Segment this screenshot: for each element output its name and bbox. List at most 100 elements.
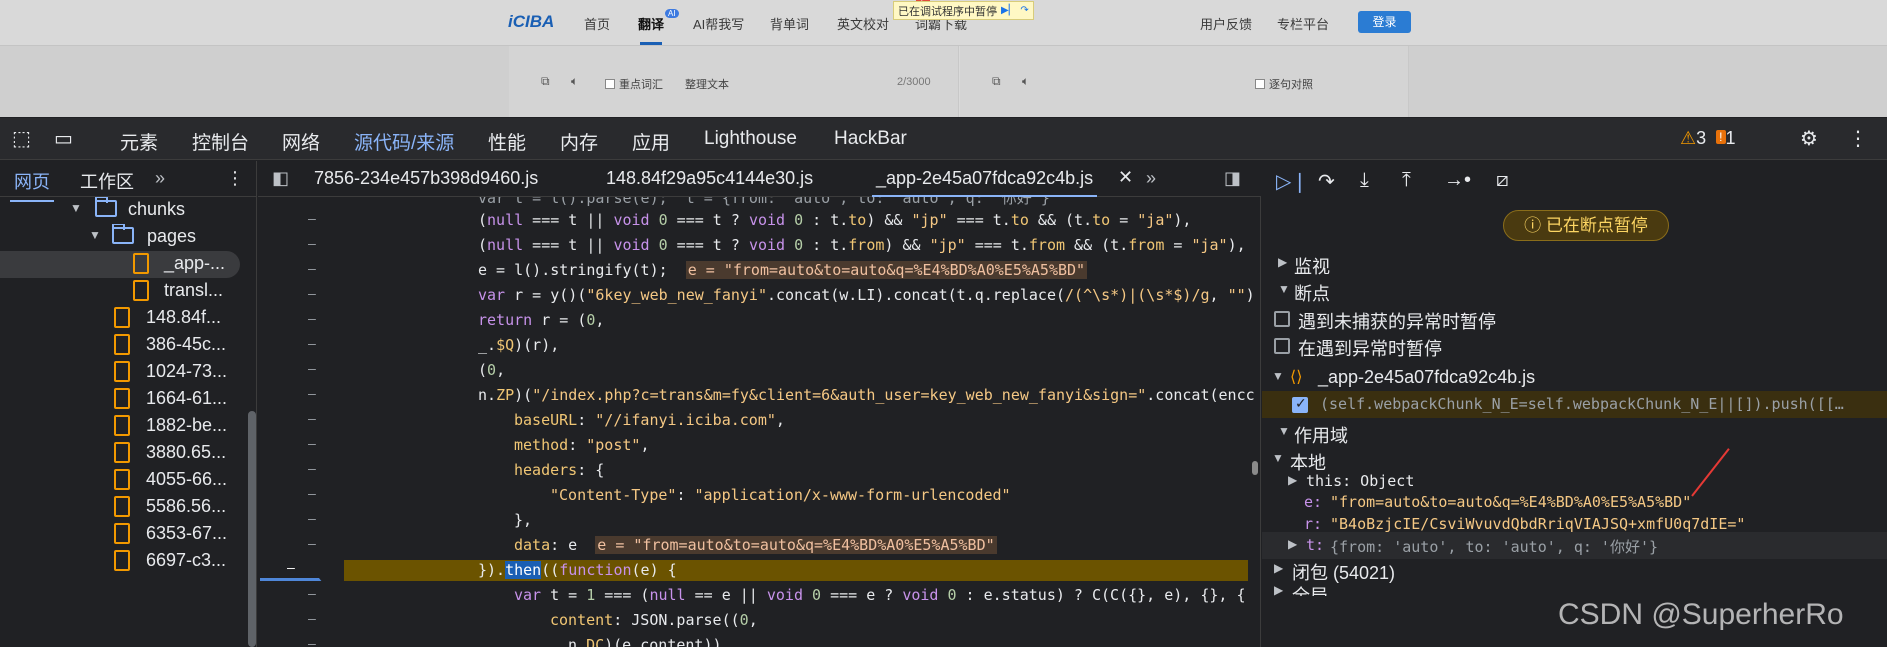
tree-file[interactable]: 3880.65... — [0, 440, 248, 467]
sentence-compare-option[interactable]: 逐句对照 — [1255, 76, 1313, 92]
tree-file-translate[interactable]: transl... — [0, 278, 248, 305]
navigator-scrollbar[interactable] — [248, 411, 256, 647]
tree-file[interactable]: 4055-66... — [0, 467, 248, 494]
nav-feedback[interactable]: 用户反馈 — [1200, 14, 1252, 33]
breakpoint-marker[interactable] — [260, 578, 327, 581]
nav-proofread[interactable]: 英文校对 — [837, 14, 889, 33]
checkbox[interactable] — [1274, 338, 1290, 354]
key-vocab-option[interactable]: 重点词汇 — [605, 76, 663, 92]
tab-workspace[interactable]: 工作区 — [80, 168, 134, 194]
speaker-icon[interactable]: 🔈︎ — [1022, 74, 1029, 89]
tree-file[interactable]: 5586.56... — [0, 494, 248, 521]
section-watch[interactable]: ▶ 监视 — [1262, 250, 1887, 277]
more-tabs-icon[interactable]: » — [1146, 168, 1156, 189]
section-scope[interactable]: ▼ 作用域 — [1262, 419, 1887, 446]
breakpoint-entry[interactable]: (self.webpackChunk_N_E=self.webpackChunk… — [1262, 391, 1887, 418]
tab-application[interactable]: 应用 — [632, 128, 670, 155]
checkbox-icon[interactable] — [1255, 79, 1265, 89]
nav-vocab[interactable]: 背单词 — [770, 14, 809, 33]
tree-file[interactable]: 1664-61... — [0, 386, 248, 413]
tree-label: 386-45c... — [146, 334, 227, 354]
device-toggle-icon[interactable]: ▭ — [54, 126, 73, 151]
tree-file[interactable]: 1882-be... — [0, 413, 248, 440]
breakpoint-file-group[interactable]: ▼ ⟨⟩ _app-2e45a07fdca92c4b.js — [1262, 364, 1887, 391]
gear-icon[interactable]: ⚙ — [1800, 126, 1818, 151]
tab-performance[interactable]: 性能 — [488, 128, 526, 155]
caret-right-icon[interactable]: ▶ — [1274, 561, 1283, 575]
caret-right-icon[interactable]: ▶ — [1278, 255, 1287, 269]
tab-page[interactable]: 网页 — [10, 168, 54, 202]
tree-file[interactable]: 6697-c3... — [0, 548, 248, 575]
caret-right-icon[interactable]: ▶ — [1274, 583, 1283, 596]
tab-hackbar[interactable]: HackBar — [834, 128, 907, 150]
step-into-icon[interactable]: ⤓ — [1360, 169, 1369, 192]
nav-translate[interactable]: 翻译 — [638, 14, 664, 45]
step-over-icon[interactable]: ↷ — [1020, 5, 1028, 16]
caret-right-icon[interactable]: ▶ — [1288, 537, 1297, 551]
tab-network[interactable]: 网络 — [282, 128, 320, 155]
tree-file[interactable]: 6353-67... — [0, 521, 248, 548]
tree-label: 4055-66... — [146, 469, 228, 489]
tree-file[interactable]: 386-45c... — [0, 332, 248, 359]
tab-lighthouse[interactable]: Lighthouse — [704, 128, 797, 150]
caret-down-icon[interactable]: ▼ — [1278, 282, 1290, 296]
speaker-icon[interactable]: 🔈︎ — [571, 74, 578, 89]
tab-elements[interactable]: 元素 — [120, 128, 158, 155]
pause-caught-option[interactable]: 在遇到异常时暂停 — [1262, 332, 1887, 359]
editor-tab-7856[interactable]: 7856-234e457b398d9460.js — [314, 168, 538, 189]
nav-home[interactable]: 首页 — [584, 14, 610, 33]
format-text-option[interactable]: 整理文本 — [685, 76, 729, 92]
caret-down-icon[interactable]: ▼ — [89, 228, 101, 242]
caret-down-icon[interactable]: ▼ — [70, 201, 82, 215]
checkbox[interactable] — [1274, 311, 1290, 327]
caret-down-icon[interactable]: ▼ — [1272, 369, 1284, 383]
deactivate-breakpoints-icon[interactable]: ⧄ — [1496, 169, 1509, 192]
tree-folder-chunks[interactable]: ▼ chunks — [0, 197, 248, 224]
site-logo[interactable]: iCIBA — [508, 12, 554, 32]
more-vertical-icon[interactable]: ⋮ — [226, 168, 244, 189]
tree-label: 1882-be... — [146, 415, 228, 435]
more-vertical-icon[interactable]: ⋮ — [1848, 126, 1868, 151]
file-icon — [114, 388, 130, 409]
pause-uncaught-option[interactable]: 遇到未捕获的异常时暂停 — [1262, 305, 1887, 332]
caret-down-icon[interactable]: ▼ — [1278, 424, 1290, 438]
copy-icon[interactable]: ⧉ — [992, 74, 1001, 89]
copy-icon[interactable]: ⧉ — [541, 74, 550, 89]
tree-file[interactable]: 1024-73... — [0, 359, 248, 386]
issue-counter[interactable]: ⚠3 ! 1 — [1680, 128, 1736, 149]
close-tab-icon[interactable]: ✕ — [1118, 167, 1133, 188]
tab-sources[interactable]: 源代码/来源 — [347, 128, 461, 165]
editor-scrollbar[interactable] — [1252, 461, 1258, 475]
scope-global[interactable]: ▶ 全局 — [1262, 582, 1887, 596]
code-line: var t = l().parse(e); t = {from: "auto",… — [478, 197, 1050, 207]
section-breakpoints[interactable]: ▼ 断点 — [1262, 277, 1887, 304]
login-button[interactable]: 登录 — [1358, 11, 1411, 33]
caret-right-icon[interactable]: ▶ — [1288, 473, 1297, 487]
resume-icon[interactable]: ▷❘ — [1276, 169, 1308, 194]
inspect-element-icon[interactable]: ⬚ — [12, 126, 31, 151]
step-out-icon[interactable]: ⤒ — [1402, 169, 1411, 192]
scope-closure[interactable]: ▶ 闭包 (54021) — [1262, 556, 1887, 583]
checkbox-checked[interactable] — [1292, 395, 1308, 413]
caret-down-icon[interactable]: ▼ — [1272, 451, 1284, 465]
toggle-debugger-icon[interactable]: ◨ — [1224, 168, 1241, 189]
ai-badge: AI — [665, 9, 679, 18]
tab-memory[interactable]: 内存 — [560, 128, 598, 155]
step-icon[interactable]: →• — [1444, 169, 1471, 192]
step-over-icon[interactable]: ↷ — [1318, 169, 1335, 194]
tree-folder-pages[interactable]: ▼ pages — [0, 224, 248, 251]
checkbox-icon[interactable] — [605, 79, 615, 89]
more-tabs-icon[interactable]: » — [155, 168, 165, 189]
nav-ai-write[interactable]: AI帮我写 — [693, 14, 744, 33]
tree-file-app[interactable]: _app-... — [0, 251, 240, 278]
editor-tab-148[interactable]: 148.84f29a95c4144e30.js — [606, 168, 813, 189]
toggle-navigator-icon[interactable]: ◧ — [272, 168, 289, 189]
tree-file[interactable]: 148.84f... — [0, 305, 248, 332]
editor-tab-app[interactable]: _app-2e45a07fdca92c4b.js — [871, 168, 1098, 197]
scope-var-t[interactable]: ▶ t: {from: 'auto', to: 'auto', q: '你好'} — [1262, 532, 1887, 559]
resume-icon[interactable]: ▶▏ — [1001, 5, 1016, 16]
tab-console[interactable]: 控制台 — [192, 128, 249, 155]
nav-column[interactable]: 专栏平台 — [1277, 14, 1329, 33]
section-title: 断点 — [1294, 284, 1330, 304]
navigator-tabs: 网页 工作区 » ⋮ — [0, 161, 257, 202]
